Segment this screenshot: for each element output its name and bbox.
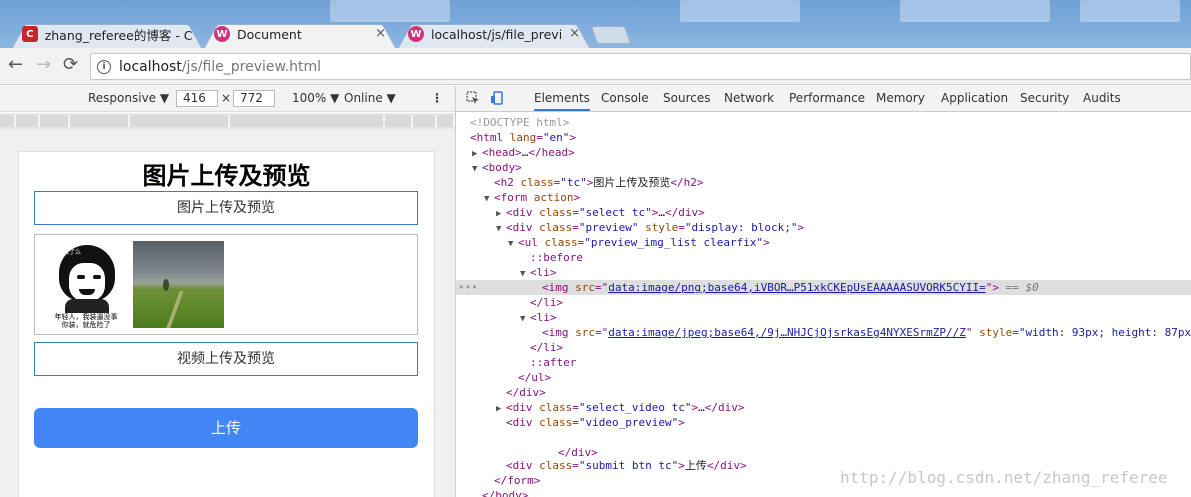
viewport-width-input[interactable]: 416 — [176, 90, 218, 107]
video-upload-button[interactable]: 视频上传及预览 — [34, 342, 418, 376]
dom-node-ul[interactable]: ▼ <ul class="preview_img_list clearfix"> — [456, 235, 1191, 250]
dom-node-div-video-preview[interactable]: <div class="video_preview"> — [456, 415, 1191, 430]
device-select[interactable]: Responsive ▼ — [88, 91, 169, 105]
devtools-tabbar: Elements Console Sources Network Perform… — [455, 86, 1191, 112]
dom-node-h2[interactable]: <h2 class="tc">图片上传及预览</h2> — [456, 175, 1191, 190]
image-preview-list: 敢试了么 年轻人，我装逼没事 你装，就危险了 — [34, 234, 418, 335]
url-path: /js/file_preview.html — [181, 58, 322, 75]
dom-node-div-select[interactable]: ▶ <div class="select tc">…</div> — [456, 205, 1191, 220]
dom-node-body-close[interactable]: </body> — [456, 488, 1191, 497]
browser-tab-strip: C zhang_referee的博客 - C W Document × W lo… — [0, 0, 1191, 48]
dom-node-li-close[interactable]: </li> — [456, 340, 1191, 355]
dom-node-after[interactable]: ::after — [456, 355, 1191, 370]
meme-caption: 年轻人，我装逼没事 你装，就危险了 — [54, 313, 118, 329]
csdn-icon: C — [22, 26, 38, 42]
dimension-separator: × — [221, 91, 232, 105]
new-tab-button[interactable] — [590, 26, 632, 44]
page-content: 图片上传及预览 图片上传及预览 敢试了么 年轻人，我装逼没事 你装，就危险了 视… — [18, 151, 435, 497]
dom-node-body[interactable]: ▼ <body> — [456, 160, 1191, 175]
preview-image-meme: 敢试了么 年轻人，我装逼没事 你装，就危险了 — [51, 241, 121, 329]
info-icon[interactable]: i — [97, 59, 111, 74]
url-host: localhost — [119, 58, 182, 75]
background-blur — [900, 0, 1050, 22]
devtools-tab-performance[interactable]: Performance — [789, 91, 865, 105]
dom-node-form[interactable]: ▼ <form action> — [456, 190, 1191, 205]
device-toolbar: Responsive ▼ 416 × 772 100% ▼ Online ▼ ⋮ — [0, 86, 455, 112]
media-query-ruler[interactable] — [0, 113, 455, 129]
devtools-tab-security[interactable]: Security — [1020, 91, 1069, 105]
dom-node-img[interactable]: <img src="data:image/jpeg;base64,/9j…NHJ… — [456, 325, 1191, 340]
browser-toolbar: ← → ⟳ i localhost/js/file_preview.html — [0, 48, 1191, 85]
back-arrow-icon[interactable]: ← — [8, 56, 23, 74]
devtools-tab-console[interactable]: Console — [601, 91, 649, 105]
forward-arrow-icon[interactable]: → — [36, 56, 51, 74]
elements-panel: <!DOCTYPE html> <html lang="en"> ▶ <head>… — [455, 112, 1191, 497]
close-tab-icon[interactable]: × — [569, 26, 580, 41]
background-blur — [330, 0, 450, 22]
devtools-tab-audits[interactable]: Audits — [1083, 91, 1121, 105]
address-bar[interactable]: i localhost/js/file_preview.html — [90, 53, 1191, 80]
devtools-tab-elements[interactable]: Elements — [534, 91, 590, 111]
dom-node-li-close[interactable]: </li> — [456, 295, 1191, 310]
background-blur — [1080, 0, 1180, 22]
dom-node-ul-close[interactable]: </ul> — [456, 370, 1191, 385]
devtools-tab-network[interactable]: Network — [724, 91, 774, 105]
background-blur — [680, 0, 800, 22]
more-options-icon[interactable]: ⋮ — [431, 91, 443, 105]
dom-node-before[interactable]: ::before — [456, 250, 1191, 265]
dom-node-li[interactable]: ▼ <li> — [456, 310, 1191, 325]
tab-title: zhang_referee的博客 - C — [44, 27, 192, 43]
tab-title: localhost/js/file_previe — [431, 26, 561, 42]
webstorm-icon: W — [214, 26, 230, 42]
devtools-tab-application[interactable]: Application — [941, 91, 1008, 105]
reload-icon[interactable]: ⟳ — [63, 56, 78, 74]
dom-node-div-close[interactable]: </div> — [456, 385, 1191, 400]
inspect-element-icon[interactable] — [466, 91, 480, 105]
submit-upload-button[interactable]: 上传 — [34, 408, 418, 448]
meme-tag: 敢试了么 — [57, 249, 82, 256]
device-toggle-icon[interactable] — [491, 91, 505, 105]
browser-tab-blog[interactable]: C zhang_referee的博客 - C — [12, 20, 202, 48]
dom-node-doctype[interactable]: <!DOCTYPE html> — [456, 115, 1191, 130]
dom-node-img-selected[interactable]: ••• <img src="data:image/png;base64,iVBO… — [456, 280, 1191, 295]
dom-node-div-select-video[interactable]: ▶ <div class="select_video tc">…</div> — [456, 400, 1191, 415]
watermark: http://blog.csdn.net/zhang_referee — [840, 468, 1168, 487]
dom-node-div-preview[interactable]: ▼ <div class="preview" style="display: bl… — [456, 220, 1191, 235]
dom-node-html[interactable]: <html lang="en"> — [456, 130, 1191, 145]
close-tab-icon[interactable]: × — [375, 26, 386, 41]
preview-image-landscape — [133, 241, 224, 328]
webstorm-icon: W — [408, 26, 424, 42]
network-throttle-select[interactable]: Online ▼ — [344, 91, 396, 105]
tab-title: Document — [237, 26, 302, 42]
browser-tab-document[interactable]: W Document × — [204, 20, 396, 48]
dom-node-head[interactable]: ▶ <head>…</head> — [456, 145, 1191, 160]
node-actions-icon[interactable]: ••• — [458, 280, 478, 295]
browser-tab-file-preview[interactable]: W localhost/js/file_previe × — [398, 20, 590, 48]
image-upload-button[interactable]: 图片上传及预览 — [34, 191, 418, 225]
page-title: 图片上传及预览 — [142, 162, 311, 190]
devtools-tab-memory[interactable]: Memory — [876, 91, 925, 105]
zoom-select[interactable]: 100% ▼ — [292, 91, 339, 105]
devtools-tab-sources[interactable]: Sources — [663, 91, 710, 105]
viewport-height-input[interactable]: 772 — [233, 90, 275, 107]
dom-node-li[interactable]: ▼ <li> — [456, 265, 1191, 280]
